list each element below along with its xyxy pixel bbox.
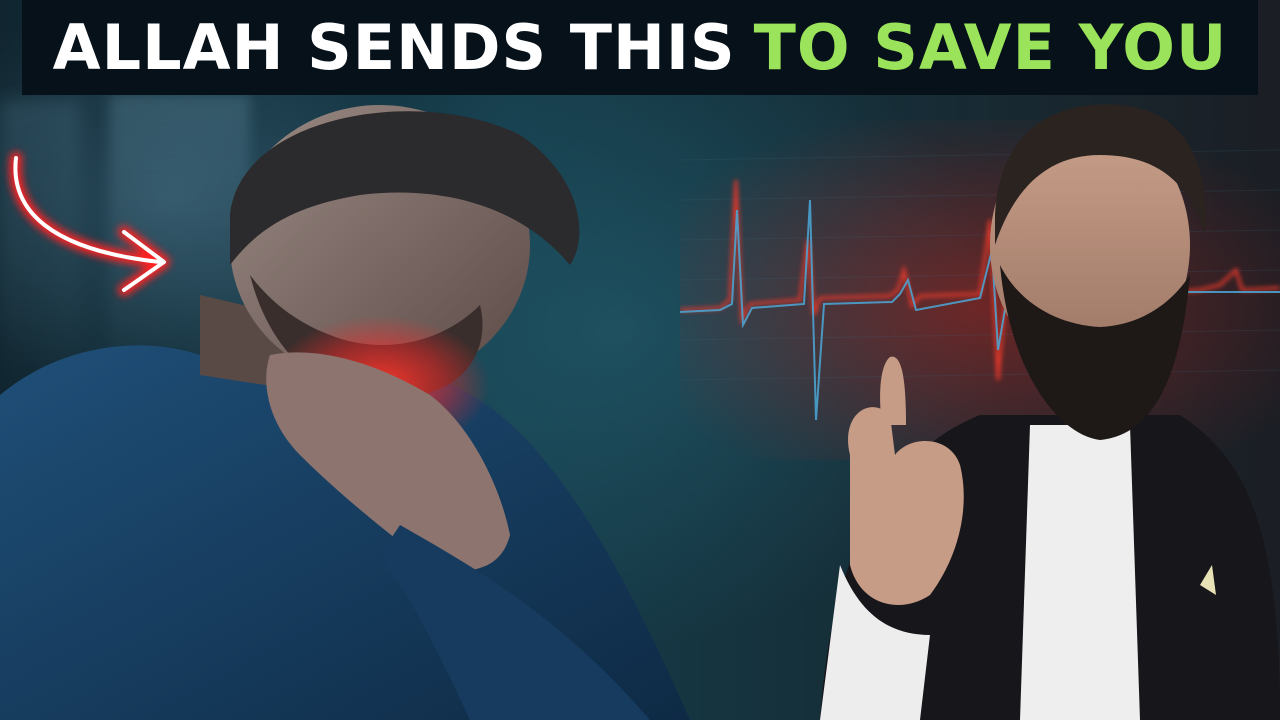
speaker-figure — [820, 104, 1280, 720]
title-text-white: ALLAH SENDS THIS — [52, 11, 736, 84]
curved-arrow-icon — [9, 152, 170, 296]
title-text-green: TO SAVE YOU — [753, 11, 1228, 84]
title-banner: ALLAH SENDS THIS TO SAVE YOU — [22, 0, 1258, 95]
thumbnail: ALLAH SENDS THIS TO SAVE YOU — [0, 0, 1280, 720]
